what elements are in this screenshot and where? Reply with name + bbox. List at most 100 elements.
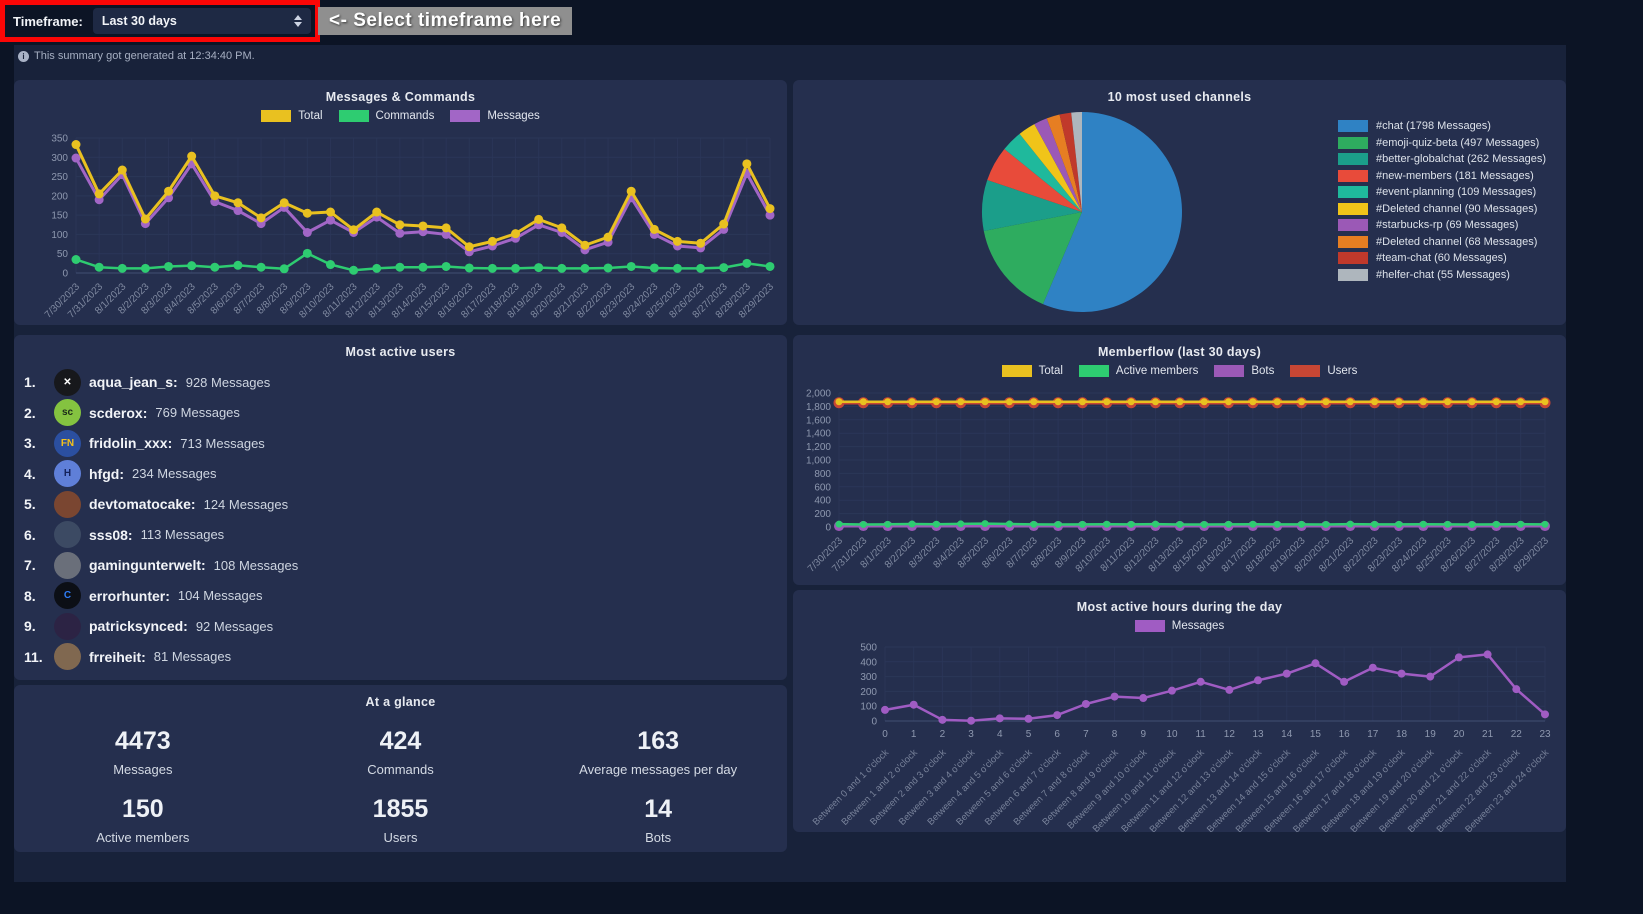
svg-text:0: 0 [825,523,831,534]
svg-text:3: 3 [968,729,974,740]
timeframe-select[interactable]: Last 30 days [93,8,311,34]
user-rank: 7. [24,557,46,573]
pie-legend-label: #emoji-quiz-beta (497 Messages) [1376,137,1539,149]
panel-memberflow: Memberflow (last 30 days) Total Active me… [793,335,1566,585]
user-message-count: 108 Messages [214,558,299,573]
user-name: hfgd: [89,466,124,482]
svg-text:300: 300 [51,153,68,164]
svg-text:11: 11 [1195,729,1206,740]
pie-legend-swatch [1338,153,1368,165]
pie-legend-item[interactable]: #new-members (181 Messages) [1338,170,1546,182]
user-avatar: C [54,582,81,609]
timeframe-annotation-box: Timeframe: Last 30 days [0,0,320,42]
user-message-count: 234 Messages [132,466,217,481]
chart-title-memberflow: Memberflow (last 30 days) [793,345,1566,359]
legend-item[interactable]: Messages [1135,620,1224,632]
legend-item[interactable]: Commands [339,110,435,122]
pie-legend-item[interactable]: #emoji-quiz-beta (497 Messages) [1338,137,1546,149]
svg-text:200: 200 [814,509,831,520]
legend-swatch [1079,365,1109,377]
legend-item[interactable]: Messages [450,110,539,122]
svg-text:10: 10 [1166,729,1178,740]
user-message-count: 928 Messages [186,375,271,390]
svg-text:100: 100 [860,702,877,713]
pie-legend-item[interactable]: #team-chat (60 Messages) [1338,252,1546,264]
pie-legend-swatch [1338,186,1368,198]
svg-text:23: 23 [1539,729,1551,740]
pie-legend-item[interactable]: #Deleted channel (68 Messages) [1338,236,1546,248]
panel-at-a-glance: At a glance 4473Messages424Commands163Av… [14,685,787,852]
user-avatar [54,643,81,670]
svg-text:15: 15 [1310,729,1322,740]
stat-label: Active members [14,830,272,845]
legend-item[interactable]: Total [1002,365,1063,377]
svg-text:12: 12 [1224,729,1236,740]
pie-legend-label: #event-planning (109 Messages) [1376,186,1536,198]
svg-text:1,400: 1,400 [806,429,831,440]
panel-messages-commands: Messages & Commands TotalCommandsMessage… [14,80,787,325]
user-avatar [54,491,81,518]
user-name: fridolin_xxx: [89,435,172,451]
stat-label: Messages [14,762,272,777]
legend-swatch [450,110,480,122]
pie-legend-label: #chat (1798 Messages) [1376,120,1491,132]
svg-text:150: 150 [51,211,68,222]
pie-legend-swatch [1338,219,1368,231]
user-name: devtomatocake: [89,496,196,512]
legend-swatch [1135,620,1165,632]
user-rank: 11. [24,649,46,665]
stat-value: 150 [14,795,272,824]
user-message-count: 92 Messages [196,619,273,634]
legend-item[interactable]: Total [261,110,322,122]
pie-legend-item[interactable]: #chat (1798 Messages) [1338,120,1546,132]
pie-legend-item[interactable]: #starbucks-rp (69 Messages) [1338,219,1546,231]
stat-value: 163 [529,727,787,756]
user-rank: 3. [24,435,46,451]
stat-label: Users [272,830,530,845]
pie-legend-item[interactable]: #better-globalchat (262 Messages) [1338,153,1546,165]
pie-legend-item[interactable]: #event-planning (109 Messages) [1338,186,1546,198]
user-name: scderox: [89,405,147,421]
legend-item[interactable]: Users [1290,365,1357,377]
pie-legend-label: #Deleted channel (68 Messages) [1376,236,1537,248]
svg-text:22: 22 [1511,729,1523,740]
channels-pie-legend: #chat (1798 Messages) #emoji-quiz-beta (4… [1338,120,1546,281]
panel-most-active-hours: Most active hours during the day Message… [793,590,1566,832]
user-name: aqua_jean_s: [89,374,178,390]
pie-legend-swatch [1338,252,1368,264]
user-name: patricksynced: [89,618,188,634]
svg-text:1,000: 1,000 [806,456,831,467]
user-avatar: FN [54,430,81,457]
user-row: 4.Hhfgd:234 Messages [24,459,777,490]
pie-legend-label: #new-members (181 Messages) [1376,170,1534,182]
memberflow-legend: Total Active members Bots Users [793,365,1566,377]
pie-legend-label: #Deleted channel (90 Messages) [1376,203,1537,215]
stat-cell: 4473 Messages [14,719,272,787]
user-name: sss08: [89,527,133,543]
stat-label: Average messages per day [529,762,787,777]
pie-legend-label: #starbucks-rp (69 Messages) [1376,219,1518,231]
user-row: 7.gamingunterwelt:108 Messages [24,550,777,581]
svg-text:1,600: 1,600 [806,415,831,426]
svg-text:400: 400 [814,496,831,507]
pie-legend-item[interactable]: #Deleted channel (90 Messages) [1338,203,1546,215]
user-message-count: 104 Messages [178,588,263,603]
pie-legend-swatch [1338,203,1368,215]
svg-text:13: 13 [1252,729,1264,740]
svg-text:800: 800 [814,469,831,480]
legend-item[interactable]: Bots [1214,365,1274,377]
user-name: frreiheit: [89,649,146,665]
legend-swatch [1002,365,1032,377]
user-avatar [54,521,81,548]
select-timeframe-hint: <- Select timeframe here [318,7,572,35]
user-rank: 4. [24,466,46,482]
svg-text:250: 250 [51,172,68,183]
pie-legend-swatch [1338,170,1368,182]
pie-legend-swatch [1338,120,1368,132]
svg-text:9: 9 [1140,729,1146,740]
pie-legend-item[interactable]: #helfer-chat (55 Messages) [1338,269,1546,281]
most-active-users-title: Most active users [14,345,787,359]
stat-cell: 150 Active members [14,787,272,852]
stat-value: 4473 [14,727,272,756]
legend-item[interactable]: Active members [1079,365,1198,377]
